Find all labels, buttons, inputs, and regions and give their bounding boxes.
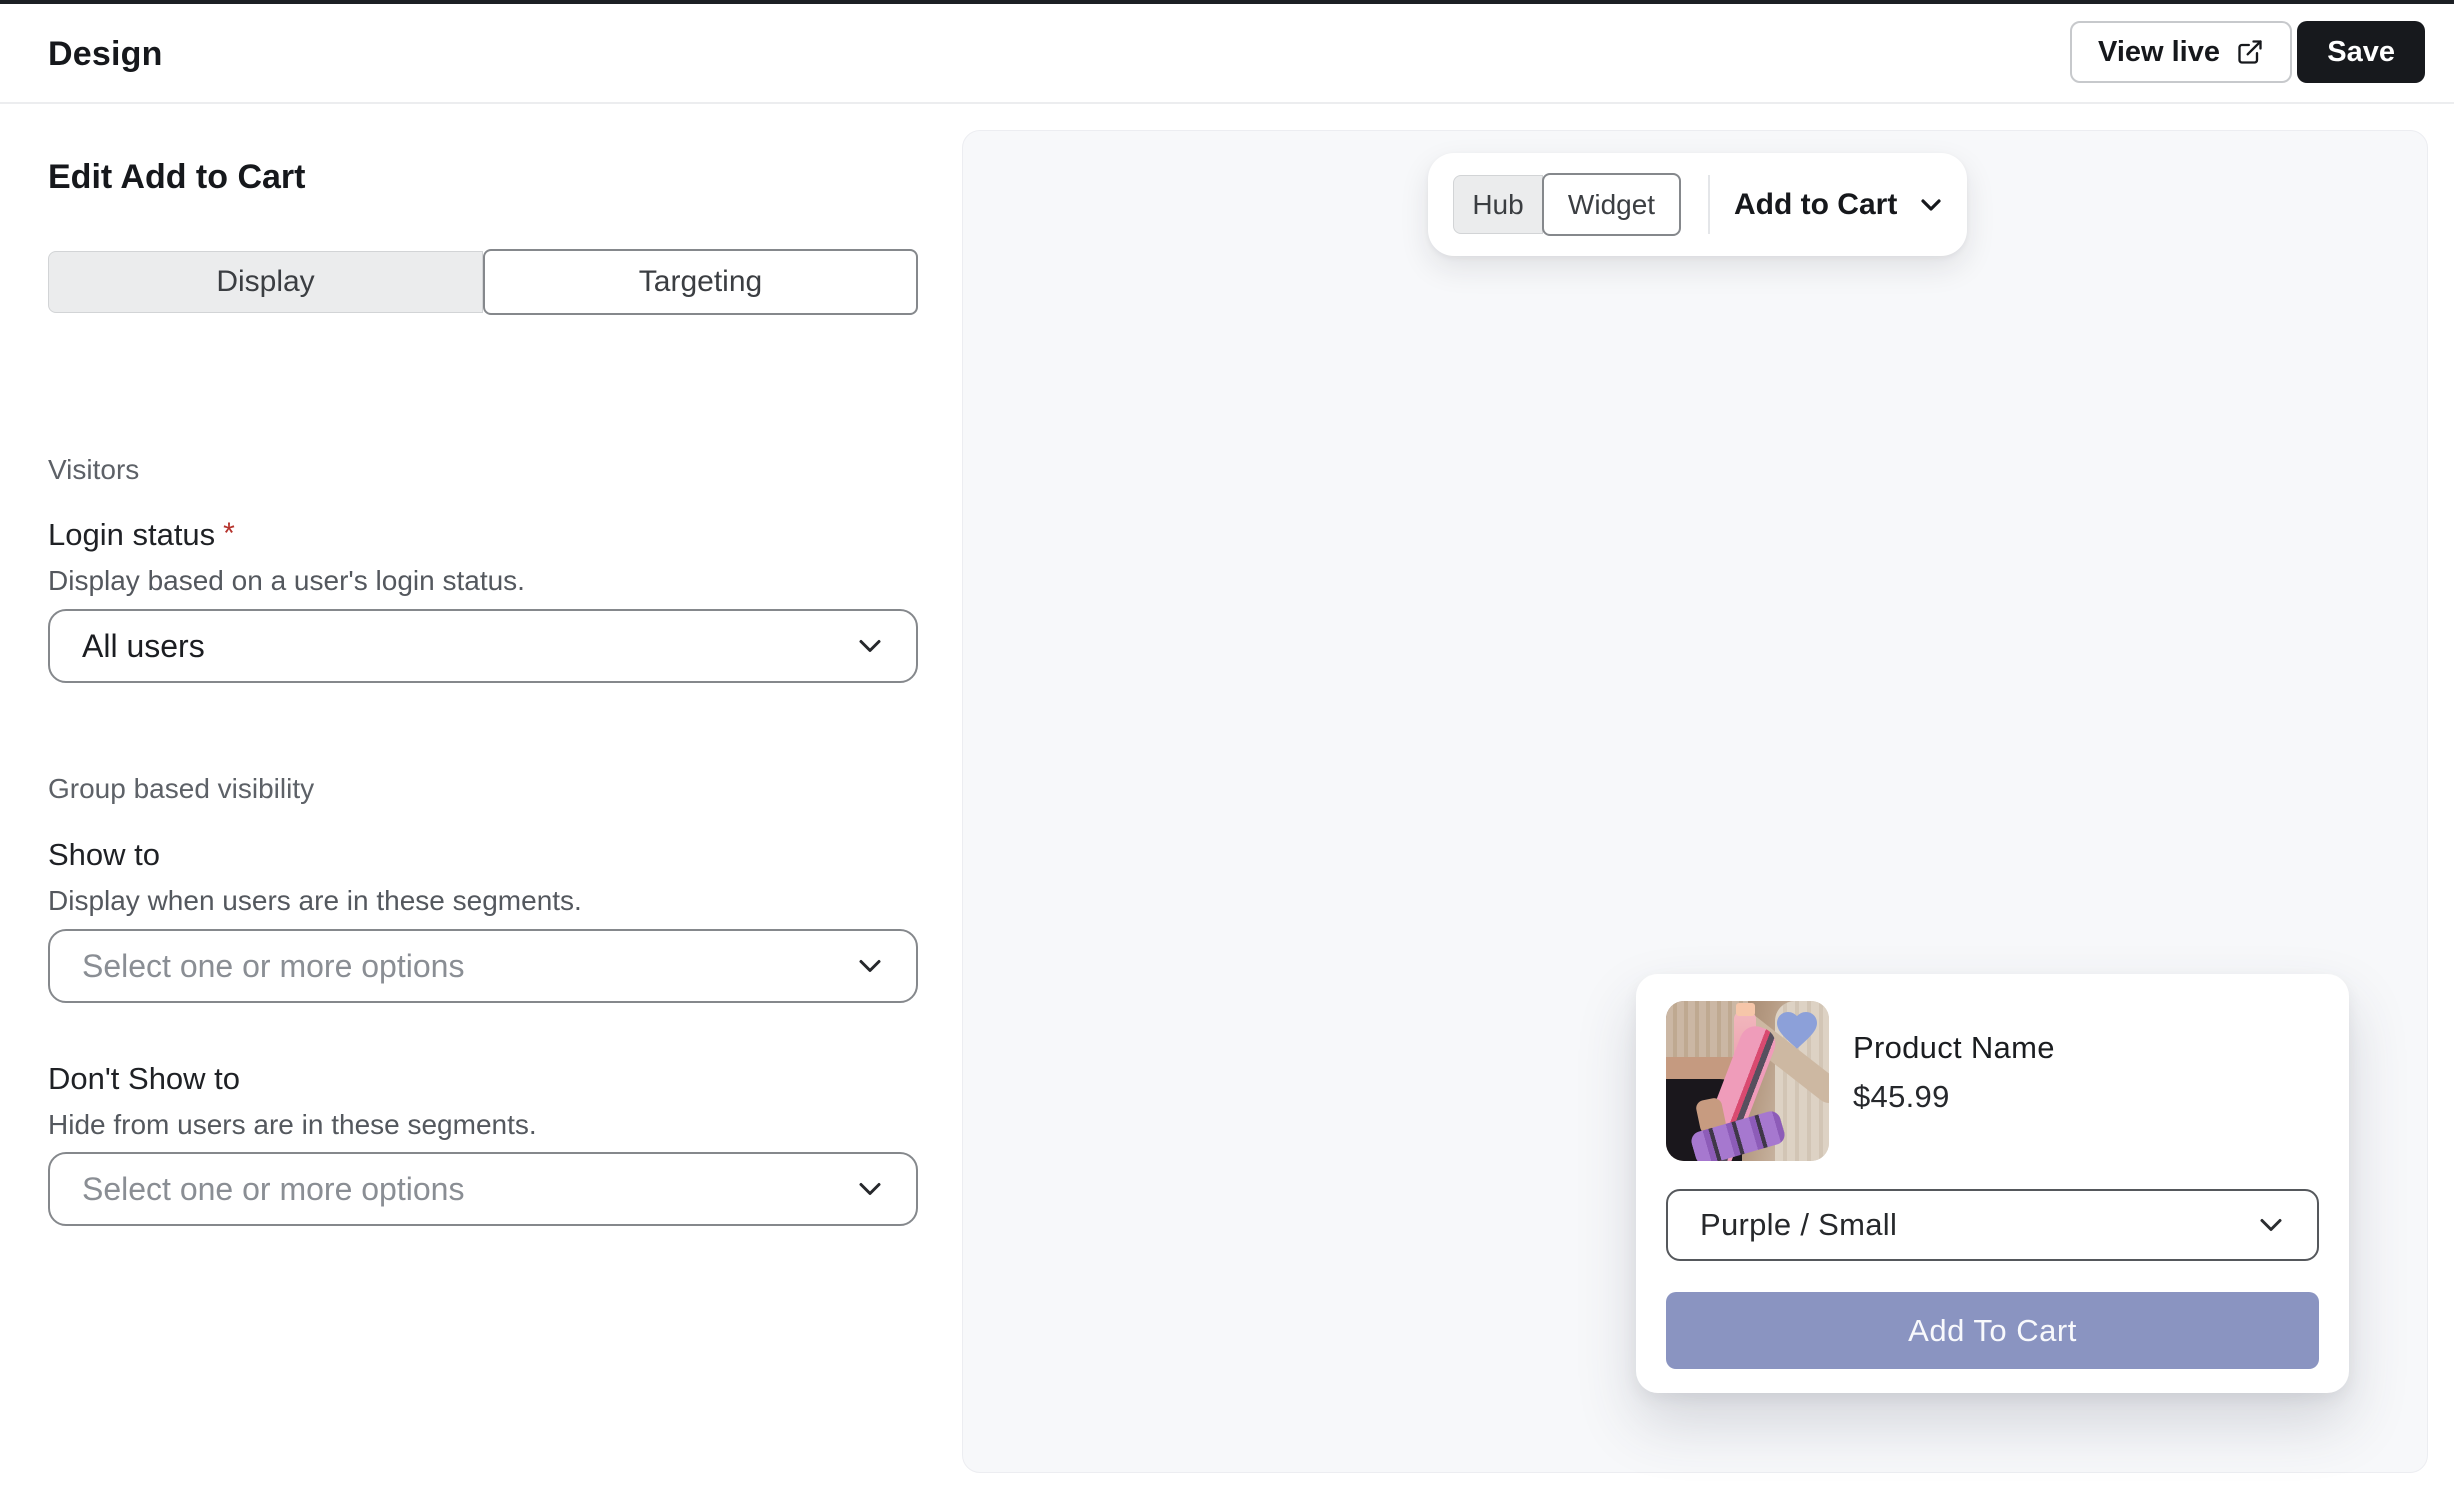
view-live-label: View live (2098, 36, 2220, 69)
show-to-label: Show to (48, 837, 160, 873)
toolbar-divider (1708, 175, 1710, 234)
design-editor-page: Design View live Save Edit Add to Cart D… (0, 0, 2454, 1500)
chevron-down-icon (1915, 189, 1947, 221)
panel-heading: Edit Add to Cart (48, 158, 306, 197)
page-title: Design (48, 4, 163, 104)
product-price: $45.99 (1853, 1079, 1950, 1115)
tab-display[interactable]: Display (48, 251, 483, 313)
chevron-down-icon (2253, 1207, 2289, 1243)
section-label-group-visibility: Group based visibility (48, 773, 314, 805)
variant-select[interactable]: Purple / Small (1666, 1189, 2319, 1261)
add-to-cart-widget-card: Product Name $45.99 Purple / Small Add T… (1636, 974, 2349, 1393)
section-label-visitors: Visitors (48, 454, 139, 486)
login-status-label: Login status* (48, 517, 235, 553)
view-live-button[interactable]: View live (2070, 21, 2292, 83)
show-to-select[interactable]: Select one or more options (48, 929, 918, 1003)
favorite-heart-icon[interactable] (1773, 1006, 1821, 1054)
image-bottle-cap (1736, 1003, 1755, 1016)
chevron-down-icon (852, 948, 888, 984)
login-status-label-text: Login status (48, 517, 215, 552)
variant-value: Purple / Small (1700, 1207, 1897, 1243)
dont-show-to-placeholder: Select one or more options (82, 1171, 464, 1208)
required-asterisk: * (223, 517, 235, 550)
external-link-icon (2236, 38, 2264, 66)
product-image (1666, 1001, 1829, 1161)
preview-toolbar: Hub Widget Add to Cart (1428, 153, 1967, 256)
product-name: Product Name (1853, 1030, 2055, 1066)
preview-panel: Hub Widget Add to Cart (962, 130, 2428, 1473)
add-to-cart-button[interactable]: Add To Cart (1666, 1292, 2319, 1369)
login-status-description: Display based on a user's login status. (48, 565, 525, 597)
chevron-down-icon (852, 1171, 888, 1207)
settings-panel: Edit Add to Cart Display Targeting Visit… (48, 104, 918, 1500)
chevron-down-icon (852, 628, 888, 664)
topbar: Design View live Save (0, 4, 2454, 104)
dont-show-to-description: Hide from users are in these segments. (48, 1109, 537, 1141)
login-status-select[interactable]: All users (48, 609, 918, 683)
widget-selector-label: Add to Cart (1734, 188, 1897, 222)
dont-show-to-label: Don't Show to (48, 1061, 240, 1097)
mode-toggle-hub[interactable]: Hub (1453, 175, 1543, 234)
display-targeting-tabs: Display Targeting (48, 251, 918, 313)
save-button[interactable]: Save (2297, 21, 2425, 83)
mode-toggle-widget[interactable]: Widget (1542, 173, 1681, 236)
show-to-description: Display when users are in these segments… (48, 885, 582, 917)
show-to-placeholder: Select one or more options (82, 948, 464, 985)
tab-targeting[interactable]: Targeting (483, 249, 918, 315)
widget-selector-dropdown[interactable]: Add to Cart (1734, 153, 1947, 256)
dont-show-to-select[interactable]: Select one or more options (48, 1152, 918, 1226)
login-status-value: All users (82, 628, 205, 665)
